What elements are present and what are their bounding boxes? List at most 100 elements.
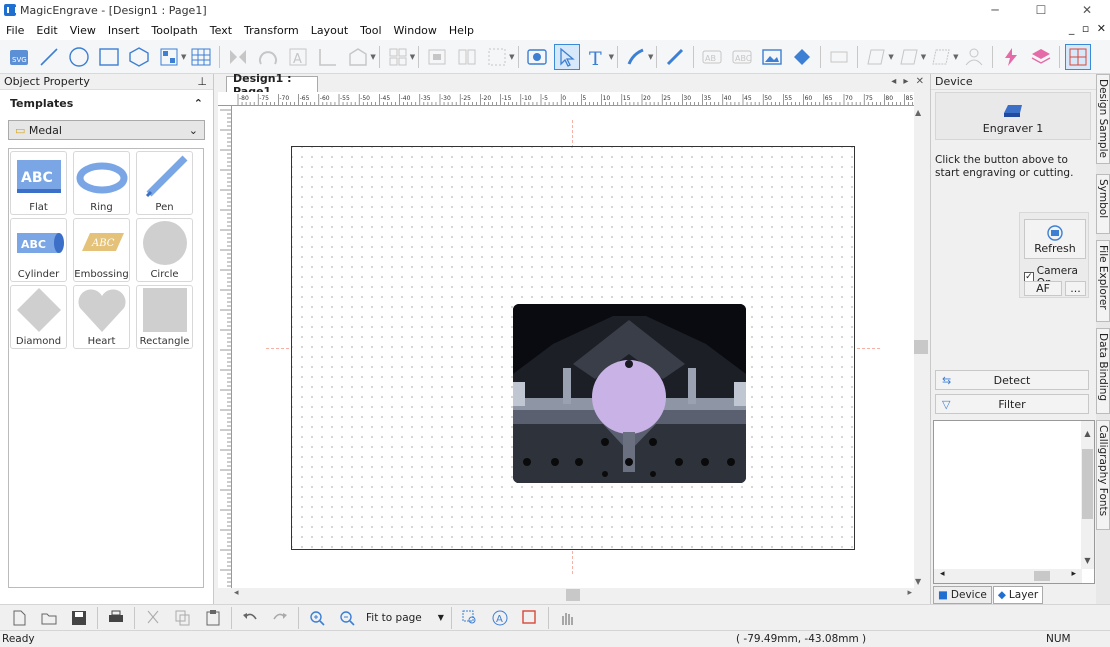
horizontal-scrollbar[interactable]: ◂ ▸ — [232, 588, 914, 602]
angle-tool-icon[interactable] — [315, 44, 341, 70]
scroll-left-icon[interactable]: ◂ — [234, 588, 239, 598]
menu-window[interactable]: Window — [388, 24, 443, 37]
menu-insert[interactable]: Insert — [102, 24, 146, 37]
tab-file-explorer[interactable]: File Explorer — [1096, 240, 1110, 322]
menu-edit[interactable]: Edit — [30, 24, 63, 37]
template-ring[interactable]: Ring — [73, 151, 130, 215]
scroll-left-icon[interactable]: ◂ — [940, 569, 945, 579]
menu-layout[interactable]: Layout — [305, 24, 354, 37]
frame3-icon[interactable] — [928, 44, 954, 70]
scroll-right-icon[interactable]: ▸ — [1071, 569, 1076, 579]
category-dropdown[interactable]: ▭ Medal ⌄ — [8, 120, 205, 140]
design-canvas[interactable] — [232, 106, 914, 588]
new-document-icon[interactable] — [6, 605, 32, 631]
menu-transform[interactable]: Transform — [238, 24, 305, 37]
scroll-up-icon[interactable]: ▲ — [1081, 429, 1094, 438]
pen-tool-icon[interactable] — [662, 44, 688, 70]
vertical-scrollbar[interactable]: ▲ ▼ — [914, 106, 928, 588]
polygon-tool-icon[interactable] — [126, 44, 152, 70]
tab-layer[interactable]: ◆ Layer — [992, 586, 1044, 604]
maximize-button[interactable]: ☐ — [1018, 0, 1064, 20]
distribute-icon[interactable] — [454, 44, 480, 70]
template-diamond[interactable]: Diamond — [10, 285, 67, 349]
collapse-icon[interactable]: ⌃ — [194, 97, 203, 110]
save-icon[interactable] — [66, 605, 92, 631]
redo-icon[interactable] — [267, 605, 293, 631]
template-heart[interactable]: Heart — [73, 285, 130, 349]
scroll-thumb[interactable] — [1034, 571, 1050, 581]
zoom-in-icon[interactable] — [304, 605, 330, 631]
tab-data-binding[interactable]: Data Binding — [1096, 328, 1110, 414]
menu-help[interactable]: Help — [443, 24, 480, 37]
grid-array-icon[interactable] — [385, 44, 411, 70]
template-pen[interactable]: Pen — [136, 151, 193, 215]
camera-preview-image[interactable] — [513, 304, 746, 483]
menu-text[interactable]: Text — [204, 24, 238, 37]
menu-tool[interactable]: Tool — [354, 24, 387, 37]
group-icon[interactable] — [484, 44, 510, 70]
menu-toolpath[interactable]: Toolpath — [145, 24, 203, 37]
af-button[interactable]: AF — [1024, 281, 1062, 296]
zoom-page-icon[interactable] — [517, 605, 543, 631]
frame2-icon[interactable] — [896, 44, 922, 70]
tab-navigation[interactable]: ◂ ▸ ✕ — [891, 76, 926, 87]
brush-tool-icon[interactable] — [623, 44, 649, 70]
template-circle[interactable]: Circle — [136, 218, 193, 282]
template-embossing[interactable]: ABC Embossing — [73, 218, 130, 282]
templates-header[interactable]: Templates ⌃ — [0, 90, 213, 116]
barcode-tool-icon[interactable] — [156, 44, 182, 70]
cut-icon[interactable] — [140, 605, 166, 631]
pin-icon[interactable]: ⊥ — [197, 75, 207, 88]
tab-symbol[interactable]: Symbol — [1096, 174, 1110, 234]
template-flat[interactable]: ABC Flat — [10, 151, 67, 215]
list-vertical-scrollbar[interactable]: ▲ ▼ — [1081, 421, 1094, 569]
zoom-out-icon[interactable] — [334, 605, 360, 631]
open-folder-icon[interactable] — [36, 605, 62, 631]
arc-tool-icon[interactable] — [255, 44, 281, 70]
ellipse-tool-icon[interactable] — [66, 44, 92, 70]
text-frame-icon[interactable]: A — [285, 44, 311, 70]
zoom-all-icon[interactable]: A — [487, 605, 513, 631]
paste-icon[interactable] — [200, 605, 226, 631]
close-button[interactable]: ✕ — [1064, 0, 1110, 20]
scroll-thumb[interactable] — [566, 589, 580, 601]
scroll-thumb[interactable] — [1082, 449, 1093, 519]
design-page[interactable] — [291, 146, 855, 550]
device-list[interactable]: ▲ ▼ ◂ ▸ — [933, 420, 1095, 584]
text-outline-icon[interactable]: ABC — [729, 44, 755, 70]
shape-tool-icon[interactable] — [345, 44, 371, 70]
more-button[interactable]: ... — [1065, 281, 1086, 296]
copy-icon[interactable] — [170, 605, 196, 631]
grid-toggle-icon[interactable] — [1064, 43, 1091, 70]
frame-icon[interactable] — [863, 44, 889, 70]
camera-view-icon[interactable] — [524, 44, 550, 70]
detect-button[interactable]: ⇆ Detect — [935, 370, 1089, 390]
scroll-down-icon[interactable]: ▼ — [1081, 556, 1094, 565]
mdi-window-controls[interactable]: _ ▫ ✕ — [1069, 22, 1108, 35]
select-tool-icon[interactable] — [553, 43, 580, 70]
menu-file[interactable]: File — [0, 24, 30, 37]
lightning-icon[interactable] — [998, 44, 1024, 70]
undo-icon[interactable] — [237, 605, 263, 631]
table-tool-icon[interactable] — [188, 44, 214, 70]
scroll-right-icon[interactable]: ▸ — [907, 588, 912, 598]
tab-device[interactable]: ■ Device — [933, 586, 992, 604]
minimize-button[interactable]: ─ — [972, 0, 1018, 20]
fill-icon[interactable] — [789, 44, 815, 70]
align-icon[interactable] — [424, 44, 450, 70]
scroll-up-icon[interactable]: ▲ — [915, 108, 921, 117]
zoom-dropdown[interactable]: Fit to page ▼ — [362, 609, 448, 627]
tab-calligraphy-fonts[interactable]: Calligraphy Fonts — [1096, 420, 1110, 530]
mirror-icon[interactable] — [225, 44, 251, 70]
template-cylinder[interactable]: ABC Cylinder — [10, 218, 67, 282]
engraver-button[interactable]: Engraver 1 — [935, 92, 1091, 140]
scroll-thumb[interactable] — [914, 340, 928, 354]
filter-button[interactable]: ▽ Filter — [935, 394, 1089, 414]
tab-design-sample[interactable]: Design Sample — [1096, 74, 1110, 164]
image-icon[interactable] — [759, 44, 785, 70]
engrave-icon[interactable] — [826, 44, 852, 70]
user-icon[interactable] — [961, 44, 987, 70]
tab-design1-page1[interactable]: Design1 : Page1 — [226, 72, 318, 98]
layers-icon[interactable] — [1028, 44, 1054, 70]
pan-hand-icon[interactable] — [554, 605, 580, 631]
